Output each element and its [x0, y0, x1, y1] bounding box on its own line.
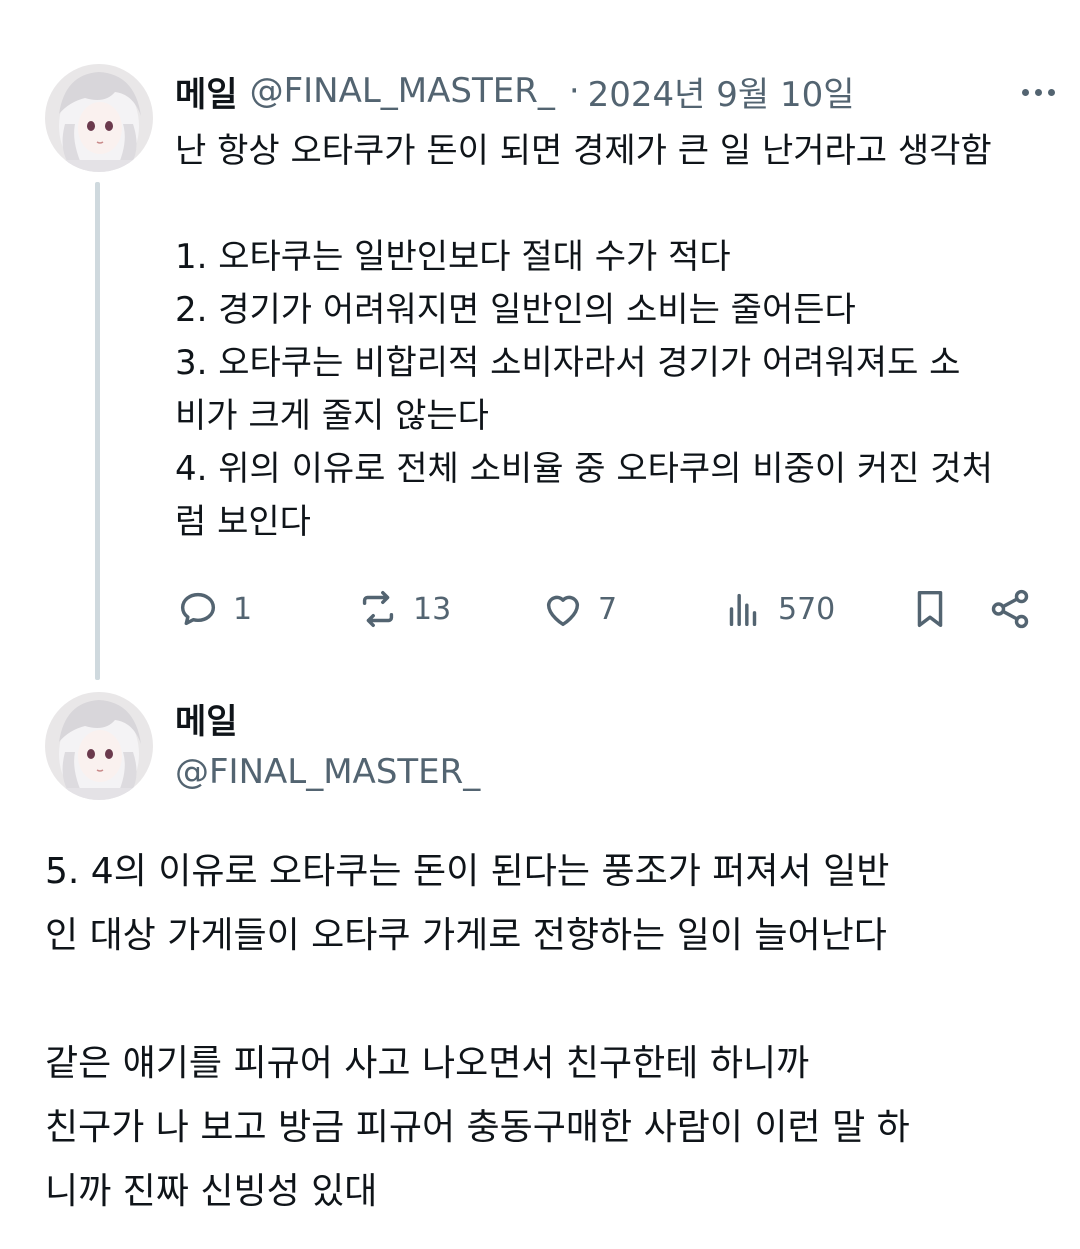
user-handle[interactable]: @FINAL_MASTER_: [175, 752, 480, 792]
user-handle[interactable]: @FINAL_MASTER_: [250, 71, 555, 111]
like-count: 7: [598, 591, 618, 627]
heart-icon: [546, 595, 580, 627]
display-name[interactable]: 메일: [175, 67, 238, 116]
avatar-image: [45, 64, 153, 172]
tweet-line: 3. 오타쿠는 비합리적 소비자라서 경기가 어려워져도 소: [175, 343, 961, 383]
avatar-image: [45, 692, 153, 800]
reply-count: 1: [233, 591, 253, 627]
share-icon: [991, 589, 1029, 629]
tweet-line: 럼 보인다: [175, 502, 311, 542]
tweet-line: 친구가 나 보고 방금 피규어 충동구매한 사람이 이런 말 하: [45, 1107, 910, 1148]
bar-chart-icon: [729, 593, 757, 627]
views-button[interactable]: 570: [720, 582, 835, 636]
bookmark-icon: [917, 590, 943, 628]
tweet-line: 비가 크게 줄지 않는다: [175, 396, 489, 436]
tweet-text: 5. 4의 이유로 오타쿠는 돈이 된다는 풍조가 퍼져서 일반 인 대상 가게…: [45, 840, 1045, 1224]
tweet-line: 니까 진짜 신빙성 있대: [45, 1171, 378, 1212]
tweet-line: 5. 4의 이유로 오타쿠는 돈이 된다는 풍조가 퍼져서 일반: [45, 851, 890, 892]
tweet-line: 4. 위의 이유로 전체 소비율 중 오타쿠의 비중이 커진 것처: [175, 449, 993, 489]
bookmark-button[interactable]: [907, 582, 953, 636]
tweet-action-bar: 1 13 7 570: [175, 582, 1040, 636]
tweet-line: 1. 오타쿠는 일반인보다 절대 수가 적다: [175, 237, 731, 277]
retweet-button[interactable]: 13: [355, 582, 451, 636]
tweet-header: 메일 @FINAL_MASTER_ · 2024년 9월 10일: [175, 66, 1055, 116]
display-name[interactable]: 메일: [175, 694, 238, 743]
thread-connector-line: [95, 182, 100, 680]
tweet-line: 인 대상 가게들이 오타쿠 가게로 전향하는 일이 늘어난다: [45, 915, 887, 956]
retweet-count: 13: [413, 591, 452, 627]
separator-dot: ·: [568, 71, 580, 111]
tweet-line: 2. 경기가 어려워지면 일반인의 소비는 줄어든다: [175, 290, 856, 330]
reply-button[interactable]: 1: [175, 582, 252, 636]
share-button[interactable]: [987, 582, 1033, 636]
tweet-date[interactable]: 2024년 9월 10일: [588, 67, 855, 116]
avatar[interactable]: [45, 64, 153, 172]
tweet-line: 같은 얘기를 피규어 사고 나오면서 친구한테 하니까: [45, 1043, 810, 1084]
avatar[interactable]: [45, 692, 153, 800]
tweet-text: 난 항상 오타쿠가 돈이 되면 경제가 큰 일 난거라고 생각함 1. 오타쿠는…: [175, 125, 1055, 549]
tweet-line: 난 항상 오타쿠가 돈이 되면 경제가 큰 일 난거라고 생각함: [175, 131, 992, 171]
retweet-icon: [362, 590, 394, 628]
tweet-thread: 메일 @FINAL_MASTER_ · 2024년 9월 10일 난 항상 오타…: [0, 0, 1080, 1249]
views-count: 570: [778, 591, 836, 627]
more-dots-icon[interactable]: [1005, 70, 1055, 114]
speech-bubble-icon: [180, 592, 216, 626]
like-button[interactable]: 7: [540, 582, 617, 636]
